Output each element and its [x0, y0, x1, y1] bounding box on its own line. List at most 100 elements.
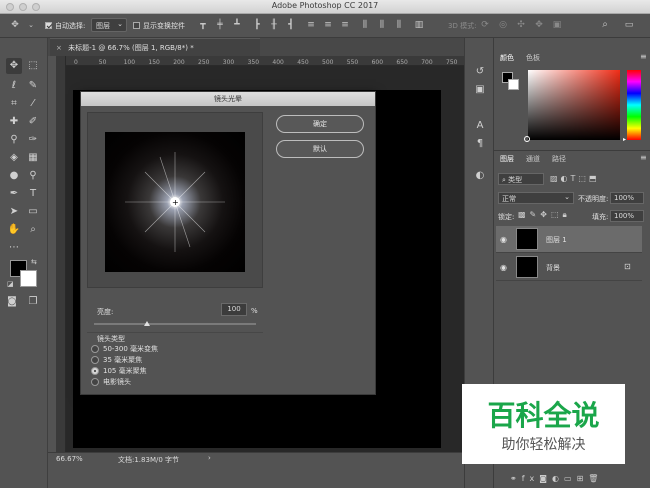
- rectangle-tool-icon[interactable]: ▭: [25, 204, 41, 220]
- new-layer-icon[interactable]: ⊞: [577, 474, 589, 483]
- color-spectrum-picker[interactable]: [528, 70, 620, 140]
- brightness-slider-thumb[interactable]: [144, 321, 151, 326]
- visibility-eye-icon[interactable]: ◉: [500, 263, 509, 272]
- lens-option[interactable]: 35 毫米聚焦: [91, 355, 251, 365]
- tab-color[interactable]: 颜色: [500, 52, 514, 64]
- character-panel-icon[interactable]: A: [472, 118, 488, 134]
- horizontal-ruler[interactable]: 0 50 100 150 200 250 300 350 400 450 500 550 600 650 7…: [66, 56, 464, 66]
- tab-channels[interactable]: 通道: [526, 153, 540, 165]
- lock-options-icons[interactable]: ▩✎✥⬚🔒︎: [518, 210, 571, 220]
- tab-paths[interactable]: 路径: [552, 153, 566, 165]
- background-color-swatch[interactable]: [20, 270, 37, 287]
- workspace-icon[interactable]: ▭: [624, 20, 634, 30]
- move-tool-icon[interactable]: ✥: [10, 20, 20, 30]
- marquee-tool-icon[interactable]: ⬚: [25, 58, 41, 74]
- color-picker-handle[interactable]: [524, 136, 530, 142]
- close-tab-icon[interactable]: ×: [56, 44, 62, 52]
- 3d-slide-icon[interactable]: ✥: [534, 20, 544, 30]
- move-tool-icon[interactable]: ✥: [6, 58, 22, 74]
- lens-option-radio[interactable]: [91, 378, 99, 386]
- chevron-right-icon[interactable]: ›: [208, 454, 211, 462]
- adjustments-panel-icon[interactable]: ◐: [472, 168, 488, 184]
- history-panel-icon[interactable]: ↺: [472, 64, 488, 80]
- paragraph-panel-icon[interactable]: ¶: [472, 136, 488, 152]
- search-icon[interactable]: ⌕: [600, 20, 610, 30]
- blur-tool-icon[interactable]: ●: [6, 168, 22, 184]
- fx-icon[interactable]: fx: [522, 474, 540, 483]
- hand-tool-icon[interactable]: ✋: [6, 222, 22, 238]
- distribute-bottom-icon[interactable]: ≡: [340, 20, 350, 30]
- hue-slider[interactable]: [627, 70, 641, 140]
- document-tab[interactable]: × 未标题-1 @ 66.7% (图层 1, RGB/8*) *: [50, 38, 260, 56]
- layer-name[interactable]: 背景: [546, 263, 560, 273]
- pen-tool-icon[interactable]: ✒: [6, 186, 22, 202]
- chevron-down-icon[interactable]: ⌄: [26, 20, 36, 30]
- path-select-tool-icon[interactable]: ➤: [6, 204, 22, 220]
- quick-select-tool-icon[interactable]: ✎: [25, 78, 41, 94]
- blend-mode-dropdown[interactable]: 正常 ⌄: [498, 192, 574, 204]
- fill-input[interactable]: 100%: [610, 210, 644, 222]
- distribute-top-icon[interactable]: ≡: [306, 20, 316, 30]
- tab-swatches[interactable]: 色板: [526, 52, 540, 64]
- distribute-hcenter-icon[interactable]: ⫼: [377, 20, 387, 30]
- hue-handle-icon[interactable]: ▸: [623, 136, 626, 143]
- flare-preview[interactable]: +: [105, 132, 245, 272]
- lens-option[interactable]: 105 毫米聚焦: [91, 366, 251, 376]
- panel-menu-icon[interactable]: ≡: [640, 153, 647, 162]
- align-vcenter-icon[interactable]: ╪: [215, 20, 225, 30]
- default-colors-icon[interactable]: ◪: [7, 280, 14, 288]
- swap-colors-icon[interactable]: ⇆: [31, 258, 37, 266]
- layer-name[interactable]: 图层 1: [546, 235, 567, 245]
- 3d-roll-icon[interactable]: ◎: [498, 20, 508, 30]
- clone-stamp-tool-icon[interactable]: ⚲: [6, 132, 22, 148]
- align-hcenter-icon[interactable]: ╫: [269, 20, 279, 30]
- show-transform-checkbox[interactable]: [133, 22, 140, 29]
- brush-tool-icon[interactable]: ✐: [25, 114, 41, 130]
- auto-select-checkbox[interactable]: [45, 22, 52, 29]
- 3d-scale-icon[interactable]: ▣: [552, 20, 562, 30]
- distribute-vcenter-icon[interactable]: ≡: [323, 20, 333, 30]
- screen-mode-icon[interactable]: ❐: [25, 294, 41, 310]
- properties-panel-icon[interactable]: ▣: [472, 82, 488, 98]
- reset-button[interactable]: 默认: [276, 140, 364, 158]
- type-tool-icon[interactable]: T: [25, 186, 41, 202]
- lock-icon[interactable]: ⊡: [624, 262, 631, 271]
- 3d-pan-icon[interactable]: ✣: [516, 20, 526, 30]
- 3d-orbit-icon[interactable]: ⟳: [480, 20, 490, 30]
- link-layers-icon[interactable]: ⚭: [510, 474, 522, 483]
- vertical-ruler[interactable]: [56, 56, 66, 452]
- quick-mask-icon[interactable]: ◙: [4, 294, 20, 310]
- new-group-icon[interactable]: ▭: [564, 474, 577, 483]
- lens-option-radio[interactable]: [91, 345, 99, 353]
- zoom-tool-icon[interactable]: ⌕: [25, 222, 41, 238]
- align-right-icon[interactable]: ┫: [286, 20, 296, 30]
- align-top-icon[interactable]: ┳: [198, 20, 208, 30]
- tab-layers[interactable]: 图层: [500, 153, 514, 165]
- lens-option[interactable]: 电影镜头: [91, 377, 251, 387]
- zoom-level[interactable]: 66.67%: [56, 455, 83, 463]
- background-color-chip[interactable]: [508, 79, 519, 90]
- add-mask-icon[interactable]: ◙: [539, 474, 552, 483]
- distribute-left-icon[interactable]: ⫼: [360, 20, 370, 30]
- gradient-tool-icon[interactable]: ▦: [25, 150, 41, 166]
- ok-button[interactable]: 确定: [276, 115, 364, 133]
- kind-filter-dropdown[interactable]: ⌕ 类型: [498, 173, 544, 185]
- layer-row[interactable]: ◉ 背景 ⊡: [496, 254, 642, 281]
- align-left-icon[interactable]: ┣: [252, 20, 262, 30]
- align-bottom-icon[interactable]: ┻: [232, 20, 242, 30]
- layer-row[interactable]: ◉ 图层 1: [496, 226, 642, 253]
- more-tools-icon[interactable]: ⋯: [6, 240, 22, 256]
- adjustment-layer-icon[interactable]: ◐: [552, 474, 564, 483]
- brightness-input[interactable]: 100: [221, 303, 247, 316]
- healing-brush-tool-icon[interactable]: ✚: [6, 114, 22, 130]
- history-brush-tool-icon[interactable]: ✑: [25, 132, 41, 148]
- auto-select-dropdown[interactable]: 图层 ⌄: [91, 18, 127, 32]
- auto-align-icon[interactable]: ▥: [414, 20, 424, 30]
- lens-option[interactable]: 50-300 毫米变焦: [91, 344, 251, 354]
- crop-tool-icon[interactable]: ⌗: [6, 96, 22, 112]
- filter-icons[interactable]: ▨◐T⬚⬒: [550, 174, 600, 183]
- opacity-input[interactable]: 100%: [610, 192, 644, 204]
- distribute-right-icon[interactable]: ⫼: [394, 20, 404, 30]
- panel-menu-icon[interactable]: ≡: [640, 52, 647, 61]
- dodge-tool-icon[interactable]: ⚲: [25, 168, 41, 184]
